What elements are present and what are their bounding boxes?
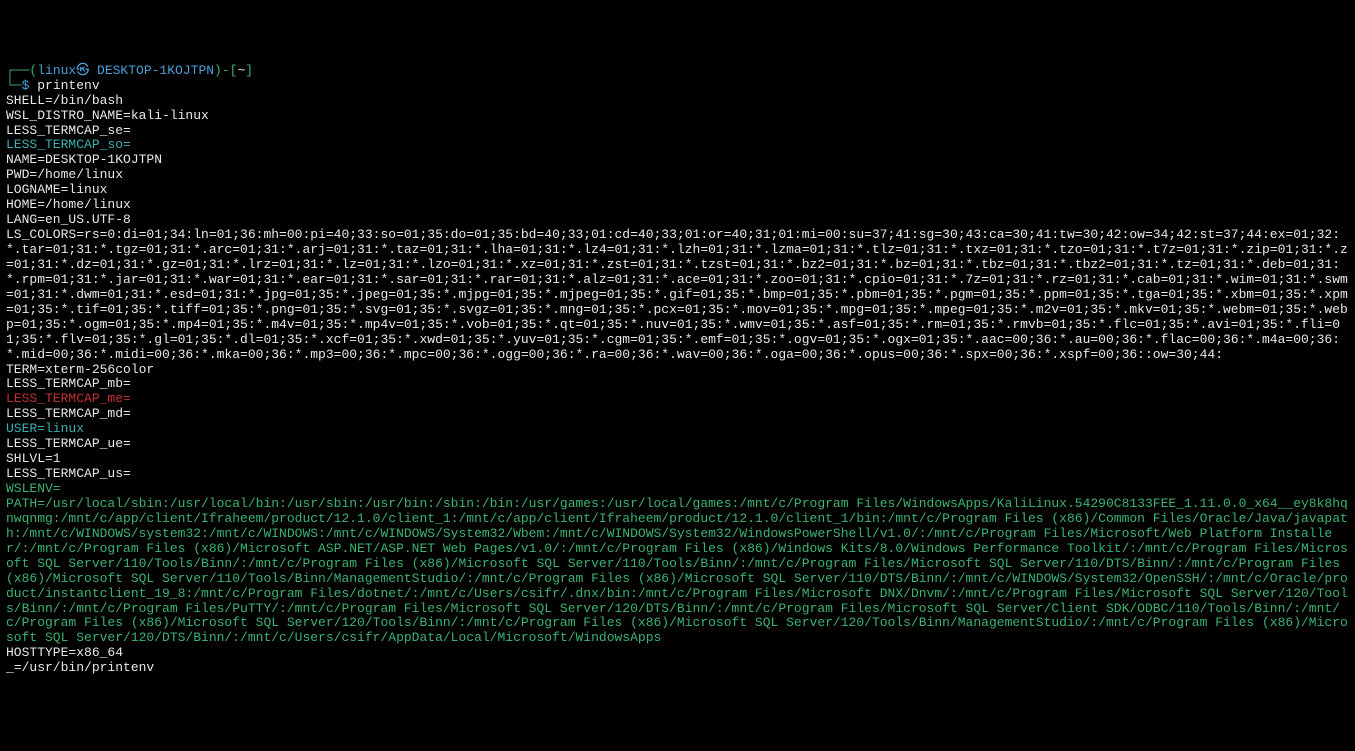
env-wsl-distro: WSL_DISTRO_NAME=kali-linux xyxy=(6,108,209,123)
env-shlvl: SHLVL=1 xyxy=(6,451,61,466)
env-less-so: LESS_TERMCAP_so= xyxy=(6,137,131,152)
command-text: printenv xyxy=(37,78,99,93)
env-less-ue: LESS_TERMCAP_ue= xyxy=(6,436,131,451)
env-less-me: LESS_TERMCAP_me= xyxy=(6,391,131,406)
prompt-user-host: linux㉿ DESKTOP-1KOJTPN xyxy=(37,63,214,78)
prompt-line-2: └─$ printenv xyxy=(6,78,100,93)
prompt-dollar: $ xyxy=(22,78,38,93)
prompt-bracket-open: ┌──( xyxy=(6,63,37,78)
prompt-bracket-close: ] xyxy=(245,63,253,78)
env-wslenv: WSLENV= xyxy=(6,481,61,496)
env-lang: LANG=en_US.UTF-8 xyxy=(6,212,131,227)
env-less-se: LESS_TERMCAP_se= xyxy=(6,123,131,138)
env-hosttype: HOSTTYPE=x86_64 xyxy=(6,645,123,660)
env-shell: SHELL=/bin/bash xyxy=(6,93,123,108)
env-lscolors: LS_COLORS=rs=0:di=01;34:ln=01;36:mh=00:p… xyxy=(6,227,1348,362)
env-term: TERM=xterm-256color xyxy=(6,362,154,377)
env-name: NAME=DESKTOP-1KOJTPN xyxy=(6,152,162,167)
env-underscore: _=/usr/bin/printenv xyxy=(6,660,154,675)
env-pwd: PWD=/home/linux xyxy=(6,167,123,182)
env-less-us: LESS_TERMCAP_us= xyxy=(6,466,131,481)
env-less-md: LESS_TERMCAP_md= xyxy=(6,406,131,421)
prompt-prefix: └─ xyxy=(6,78,22,93)
env-less-mb: LESS_TERMCAP_mb= xyxy=(6,376,131,391)
env-logname: LOGNAME=linux xyxy=(6,182,107,197)
env-home: HOME=/home/linux xyxy=(6,197,131,212)
prompt-line-1: ┌──(linux㉿ DESKTOP-1KOJTPN)-[~] xyxy=(6,63,253,78)
prompt-bracket-mid: )-[ xyxy=(214,63,237,78)
env-user: USER=linux xyxy=(6,421,84,436)
terminal-output[interactable]: ┌──(linux㉿ DESKTOP-1KOJTPN)-[~] └─$ prin… xyxy=(6,64,1349,676)
env-path: PATH=/usr/local/sbin:/usr/local/bin:/usr… xyxy=(6,496,1348,645)
